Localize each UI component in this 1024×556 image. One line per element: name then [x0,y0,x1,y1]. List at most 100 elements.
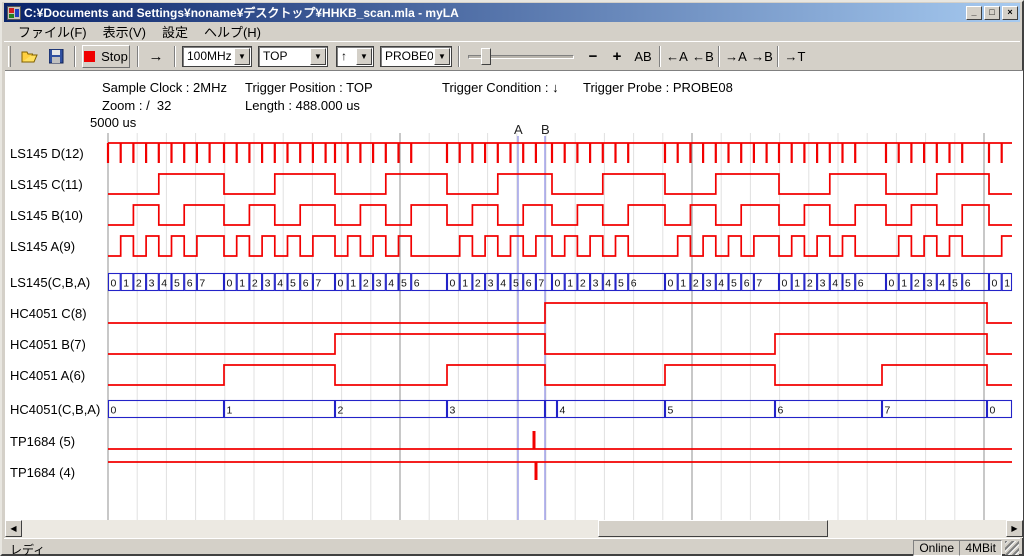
zoom-out-button[interactable]: − [582,45,604,68]
channel-label: HC4051 B(7) [10,337,86,352]
cursor-b-label: B [541,122,550,137]
ls145-bus-value: 1 [901,278,907,290]
ls145-bus-value: 1 [567,278,573,290]
ls145-bus-value: 6 [303,278,309,290]
toolbar-separator [777,46,779,67]
chevron-down-icon[interactable]: ▼ [434,48,450,65]
waveform-trace [108,174,1012,194]
ls145-bus-value: 5 [513,278,519,290]
channel-label: HC4051 A(6) [10,368,85,383]
ls145-bus-value: 1 [794,278,800,290]
maximize-button[interactable]: □ [984,6,1000,20]
scroll-right-button[interactable]: ▶ [1006,520,1023,537]
trigger-position-value: TOP [259,47,309,66]
ls145-bus-value: 0 [450,278,456,290]
chevron-down-icon[interactable]: ▼ [310,48,326,65]
ls145-bus-value: 5 [174,278,180,290]
menu-settings[interactable]: 設定 [154,21,196,42]
ls145-bus-value: 7 [756,278,762,290]
ls145-bus-value: 6 [187,278,193,290]
set-cursor-a-button[interactable]: →A [723,45,749,68]
toolbar-separator [458,46,460,67]
ls145-bus-value: 1 [239,278,245,290]
save-button[interactable] [44,45,68,68]
ls145-bus-value: 3 [265,278,271,290]
stop-label: Stop [101,49,128,64]
chevron-down-icon[interactable]: ▼ [356,48,372,65]
goto-cursor-b-button[interactable]: ←B [690,45,716,68]
channel-label: LS145(C,B,A) [10,275,90,290]
hc4051-bus-value: 4 [560,405,566,417]
trigger-edge-value: ↑ [337,47,355,66]
ls145-bus-value: 4 [388,278,394,290]
ls145-bus-value: 6 [414,278,420,290]
minimize-button[interactable]: _ [966,6,982,20]
waveform-trace [108,303,1012,323]
trigger-position-select[interactable]: TOP ▼ [258,46,328,67]
zoom-slider-thumb[interactable] [481,48,491,65]
window-title: C:¥Documents and Settings¥noname¥デスクトップ¥… [24,4,966,21]
memory-size-badge: 4MBit [959,540,1002,556]
resize-grip[interactable] [1005,541,1019,555]
scroll-left-button[interactable]: ◀ [5,520,22,537]
ls145-bus-value: 3 [706,278,712,290]
toolbar: Stop → 100MHz ▼ TOP ▼ ↑ ▼ PROBE00 ▼ − + … [4,41,1020,70]
ls145-bus-value: 0 [227,278,233,290]
waveform-trace [108,205,1012,225]
toolbar-separator [137,46,139,67]
hc4051-bus-value: 7 [885,405,891,417]
waveform-plot[interactable]: LS145 D(12)LS145 C(11)LS145 B(10)LS145 A… [5,71,1023,521]
ls145-bus-value: 2 [807,278,813,290]
ls145-bus-value: 2 [363,278,369,290]
waveform-trace [108,365,1012,385]
trigger-probe-select[interactable]: PROBE00 ▼ [380,46,452,67]
open-file-button[interactable] [18,45,42,68]
hc4051-bus-cell [776,401,882,418]
goto-trigger-button[interactable]: →T [782,45,808,68]
ls145-bus-value: 1 [680,278,686,290]
channel-label: TP1684 (4) [10,465,75,480]
ls145-bus-value: 0 [668,278,674,290]
online-status-badge: Online [913,540,960,556]
trigger-edge-select[interactable]: ↑ ▼ [336,46,374,67]
hc4051-bus-value: 3 [450,405,456,417]
ls145-bus-value: 7 [538,278,544,290]
ls145-bus-value: 0 [338,278,344,290]
ls145-bus-value: 4 [277,278,283,290]
zoom-ab-button[interactable]: AB [630,45,656,68]
ls145-bus-value: 5 [731,278,737,290]
ls145-bus-value: 4 [161,278,167,290]
zoom-in-button[interactable]: + [606,45,628,68]
status-ready-text: レディ [10,541,45,556]
stop-button[interactable]: Stop [82,45,130,68]
channel-label: LS145 D(12) [10,146,84,161]
menu-view[interactable]: 表示(V) [95,21,154,42]
close-button[interactable]: × [1002,6,1018,20]
waveform-trace [108,236,1012,256]
channel-label: TP1684 (5) [10,434,75,449]
cursor-a-label: A [514,122,523,137]
ls145-bus-value: 0 [889,278,895,290]
ls145-bus-value: 0 [555,278,561,290]
ls145-bus-value: 4 [832,278,838,290]
ls145-bus-value: 6 [858,278,864,290]
ls145-bus-value: 6 [965,278,971,290]
ls145-bus-value: 7 [315,278,321,290]
set-cursor-b-button[interactable]: →B [749,45,775,68]
ls145-bus-value: 6 [631,278,637,290]
menu-help[interactable]: ヘルプ(H) [196,21,269,42]
menu-file[interactable]: ファイル(F) [10,21,95,42]
run-button[interactable]: → [143,45,169,68]
goto-cursor-a-button[interactable]: ←A [664,45,690,68]
ls145-bus-value: 4 [939,278,945,290]
hc4051-bus-cell [666,401,775,418]
hc4051-bus-cell [225,401,335,418]
sample-clock-select[interactable]: 100MHz ▼ [182,46,252,67]
ls145-bus-value: 2 [252,278,258,290]
title-bar[interactable]: C:¥Documents and Settings¥noname¥デスクトップ¥… [4,3,1020,22]
chevron-down-icon[interactable]: ▼ [234,48,250,65]
hc4051-bus-value: 0 [990,405,996,417]
scrollbar-thumb[interactable] [598,520,828,537]
channel-label: LS145 B(10) [10,208,83,223]
horizontal-scrollbar[interactable]: ◀ ▶ [5,520,1023,538]
